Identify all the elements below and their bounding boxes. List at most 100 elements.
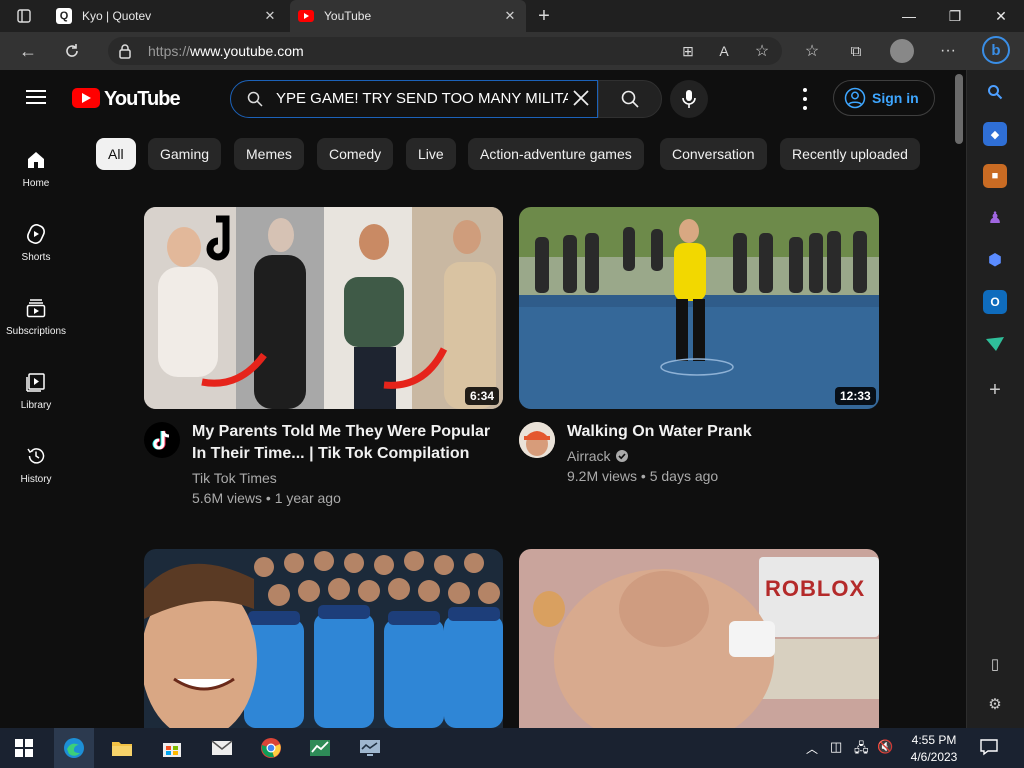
meet-now-icon[interactable]: ◫ (830, 739, 842, 755)
new-tab-icon[interactable]: + (530, 2, 558, 30)
youtube-wordmark[interactable]: YouTube (104, 88, 181, 111)
close-tab-icon[interactable]: ✕ (262, 8, 278, 24)
chip-memes[interactable]: Memes (234, 138, 304, 170)
sidebar-settings-icon[interactable]: ⚙ (983, 692, 1007, 716)
tiktok-logo-icon (152, 430, 170, 450)
notifications-icon[interactable] (980, 738, 998, 761)
nav-home[interactable]: Home (0, 148, 72, 189)
video-thumbnail-3[interactable] (144, 549, 503, 728)
chip-live[interactable]: Live (406, 138, 456, 170)
nav-library[interactable]: Library (0, 370, 72, 411)
video-title[interactable]: Walking On Water Prank (567, 421, 867, 443)
taskbar-store[interactable] (152, 728, 192, 768)
monitor-app-icon (360, 740, 380, 756)
show-hidden-icons-icon[interactable]: ︿ (806, 740, 818, 757)
account-circle-icon (844, 87, 866, 109)
profile-avatar-icon[interactable] (890, 39, 914, 63)
lock-icon[interactable] (118, 43, 132, 64)
home-icon (24, 148, 48, 172)
more-options-icon[interactable]: ··· (934, 37, 962, 65)
favorites-icon[interactable]: ☆ (798, 37, 826, 65)
nav-label: Home (22, 178, 50, 189)
video-title[interactable]: My Parents Told Me They Were Popular In … (192, 421, 492, 465)
close-tab-icon[interactable]: ✕ (502, 8, 518, 24)
outlook-icon[interactable]: O (983, 290, 1007, 314)
taskbar-chrome[interactable] (251, 728, 291, 768)
clear-search-icon[interactable] (572, 89, 590, 112)
tab-quotev[interactable]: Q Kyo | Quotev ✕ (56, 0, 286, 32)
store-icon (163, 743, 181, 757)
add-sidebar-icon[interactable]: + (983, 378, 1007, 402)
clock-time[interactable]: 4:55 PM (904, 733, 964, 747)
channel-avatar[interactable] (519, 422, 555, 458)
library-icon (24, 370, 48, 394)
taskbar-edge[interactable] (54, 728, 94, 768)
bing-chat-icon[interactable]: b (982, 36, 1010, 64)
close-window-icon[interactable]: ✕ (978, 0, 1024, 32)
channel-name[interactable]: Airrack (567, 446, 628, 466)
chip-recently-uploaded[interactable]: Recently uploaded (780, 138, 920, 170)
roblox-logo-text: ROBLOX (765, 576, 866, 601)
search-sidebar-icon[interactable] (983, 80, 1007, 104)
refresh-icon[interactable] (58, 37, 86, 65)
tab-youtube[interactable]: YouTube ✕ (290, 0, 526, 32)
channel-avatar[interactable] (144, 422, 180, 458)
taskbar-mail[interactable] (202, 728, 242, 768)
taskbar-file-explorer[interactable] (102, 728, 142, 768)
history-icon (24, 444, 48, 468)
tab-label: YouTube (324, 9, 372, 23)
network-icon[interactable]: 🖧 (854, 739, 869, 761)
subscriptions-icon (24, 296, 48, 320)
duration-badge: 12:33 (835, 387, 876, 405)
video-thumbnail-1[interactable] (144, 207, 503, 409)
voice-search-button[interactable] (670, 80, 708, 118)
tab-actions-icon[interactable] (10, 2, 38, 30)
search-button[interactable] (598, 80, 662, 118)
mail-icon (211, 740, 233, 755)
drop-send-icon[interactable] (983, 332, 1007, 356)
app-available-icon[interactable]: ⊞ (674, 37, 702, 65)
sign-in-button[interactable]: Sign in (833, 80, 935, 116)
shopping-tag-icon[interactable]: ◆ (983, 122, 1007, 146)
clock-date[interactable]: 4/6/2023 (904, 750, 964, 764)
video-thumbnail-2[interactable] (519, 207, 879, 409)
nav-subscriptions[interactable]: Subscriptions (0, 296, 72, 337)
chip-gaming[interactable]: Gaming (148, 138, 222, 170)
nav-shorts[interactable]: Shorts (0, 222, 72, 263)
quotev-favicon: Q (56, 8, 72, 24)
nav-label: Shorts (21, 252, 51, 263)
edge-icon (64, 738, 84, 758)
hamburger-menu-icon[interactable] (26, 89, 46, 110)
duration-badge: 6:34 (465, 387, 500, 405)
taskbar-app-monitor[interactable] (350, 728, 390, 768)
add-favorite-icon[interactable]: ☆ (748, 37, 776, 65)
chip-action-adventure[interactable]: Action-adventure games (468, 138, 644, 170)
sidebar-panel-icon[interactable]: ▯ (983, 652, 1007, 676)
games-icon[interactable]: ♟ (983, 206, 1007, 230)
tools-briefcase-icon[interactable]: ■ (983, 164, 1007, 188)
volume-muted-icon[interactable]: 🔇 (877, 739, 893, 755)
microsoft-365-icon[interactable]: ⬢ (983, 248, 1007, 272)
collections-icon[interactable]: ⧉ (842, 37, 870, 65)
taskbar-app-chart[interactable] (300, 728, 340, 768)
youtube-favicon (298, 8, 314, 24)
verified-check-icon (615, 450, 628, 462)
chip-all[interactable]: All (96, 138, 136, 170)
chrome-icon (261, 738, 281, 758)
start-button[interactable] (4, 728, 44, 768)
read-aloud-icon[interactable]: A (710, 37, 738, 65)
channel-name[interactable]: Tik Tok Times (192, 468, 277, 488)
video-meta: 9.2M views • 5 days ago (567, 468, 719, 484)
video-meta: 5.6M views • 1 year ago (192, 490, 341, 506)
restore-icon[interactable]: ❐ (932, 0, 978, 32)
folder-icon (112, 742, 132, 756)
back-icon[interactable]: ← (14, 37, 42, 65)
page-scrollbar[interactable] (955, 74, 963, 144)
chip-conversation[interactable]: Conversation (660, 138, 767, 170)
minimize-icon[interactable]: — (886, 0, 932, 32)
chip-comedy[interactable]: Comedy (317, 138, 394, 170)
tab-label: Kyo | Quotev (82, 9, 152, 23)
search-query-text[interactable]: YPE GAME! TRY SEND TOO MANY MILITA (276, 90, 568, 107)
nav-history[interactable]: History (0, 444, 72, 485)
settings-more-icon[interactable] (798, 88, 812, 110)
